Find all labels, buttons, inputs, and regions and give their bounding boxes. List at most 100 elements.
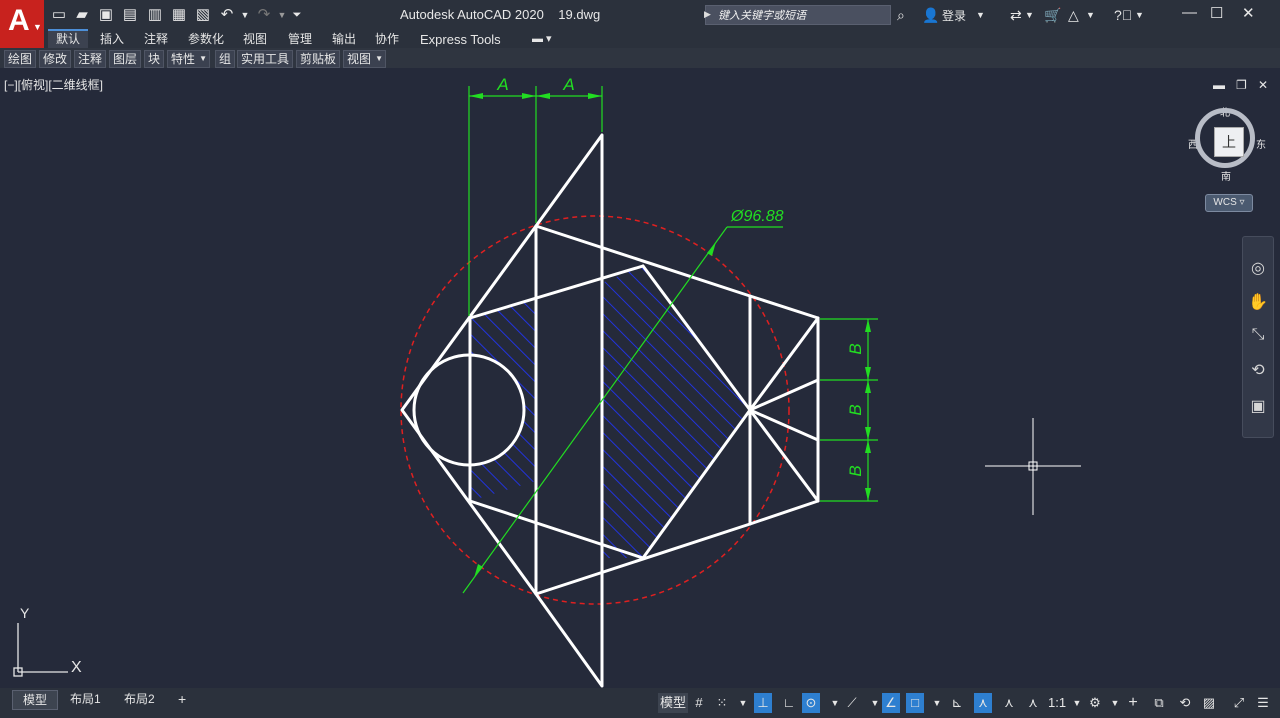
tab-view[interactable]: 视图 (235, 31, 275, 48)
login-dropdown-icon[interactable]: ▼ (976, 6, 985, 24)
undo-icon[interactable]: ↶ (218, 6, 236, 24)
clean-screen-icon[interactable]: ⤢ (1230, 693, 1248, 713)
a360-icon[interactable]: △ (1068, 6, 1079, 24)
publish-icon[interactable]: ▥ (146, 6, 164, 24)
exchange-icon[interactable]: ⇄ (1010, 6, 1022, 24)
viewcube-east[interactable]: 东 (1256, 136, 1266, 151)
tab-output[interactable]: 输出 (324, 31, 364, 48)
ortho-icon[interactable]: ⊙ (802, 693, 820, 713)
user-icon[interactable]: 👤 (922, 6, 939, 24)
exchange-dropdown-icon[interactable]: ▼ (1025, 6, 1034, 24)
steering-wheel-icon[interactable]: ◎ (1248, 259, 1268, 279)
dim-arrow (865, 319, 871, 332)
isodraft-icon[interactable]: ⟋ (843, 693, 861, 713)
help-icon[interactable]: ?⃝ (1114, 6, 1132, 24)
tab-manage[interactable]: 管理 (280, 31, 320, 48)
showmotion-icon[interactable]: ▣ (1248, 397, 1268, 417)
viewcube[interactable]: 北 西 东 南 上 (1188, 104, 1268, 190)
cart-icon[interactable]: 🛒 (1044, 6, 1061, 24)
panel-block[interactable]: 块 (144, 50, 165, 68)
tab-express-tools[interactable]: Express Tools (412, 31, 509, 48)
search-input[interactable] (716, 7, 890, 25)
tab-insert[interactable]: 插入 (92, 31, 132, 48)
panel-utilities[interactable]: 实用工具 (237, 50, 294, 68)
panel-modify[interactable]: 修改 (39, 50, 72, 68)
pan-hand-icon[interactable]: ✋ (1248, 293, 1268, 313)
panel-properties[interactable]: 特性 ▼ (167, 50, 211, 68)
workspace-dropdown-icon[interactable]: ▼ (1106, 693, 1124, 713)
snap-dropdown-icon[interactable]: ▼ (734, 693, 752, 713)
lineweight-icon[interactable]: ⊾ (948, 693, 966, 713)
workspace-gear-icon[interactable]: ⚙ (1086, 693, 1104, 713)
dim-arrow (536, 93, 550, 99)
tab-annotate[interactable]: 注释 (136, 31, 176, 48)
open-folder-icon[interactable]: ▰ (73, 6, 91, 24)
annotation-scale-icon[interactable]: ⋏ (1024, 693, 1042, 713)
polar-dropdown-icon[interactable]: ▼ (826, 693, 844, 713)
tab-parametric[interactable]: 参数化 (180, 31, 232, 48)
close-icon[interactable]: ✕ (1242, 4, 1255, 22)
orbit-icon[interactable]: ⟲ (1248, 361, 1268, 381)
snap-icon[interactable]: ⁙ (713, 693, 731, 713)
new-file-icon[interactable]: ▭ (50, 6, 68, 24)
annotation-scale-value[interactable]: 1:1 (1048, 693, 1066, 713)
panel-groups[interactable]: 组 (215, 50, 236, 68)
annotation-monitor-icon[interactable]: + (1124, 693, 1142, 713)
auto-scale-icon[interactable]: ⋏ (1000, 693, 1018, 713)
quick-properties-icon[interactable]: ⟲ (1176, 693, 1194, 713)
object-snap-icon[interactable]: □ (906, 693, 924, 713)
dim-b-label: B (846, 404, 865, 415)
scale-dropdown-icon[interactable]: ▼ (1068, 693, 1086, 713)
wcs-menu-button[interactable]: WCS ▿ (1205, 194, 1253, 212)
viewcube-south[interactable]: 南 (1221, 168, 1231, 183)
open-web-icon[interactable]: ▦ (170, 6, 188, 24)
dynamic-input-icon[interactable]: ∟ (780, 693, 798, 713)
a360-dropdown-icon[interactable]: ▼ (1086, 6, 1095, 24)
save-as-icon[interactable]: ▤ (121, 6, 139, 24)
drawing-area[interactable]: [−][俯视][二维线框] ▬ ❐ ✕ A A Ø96.88 B B B X Y… (0, 68, 1280, 688)
restore-icon[interactable]: ☐ (1210, 4, 1223, 22)
zoom-extents-icon[interactable]: ⤡ (1248, 325, 1268, 345)
tab-layout1[interactable]: 布局1 (60, 690, 111, 708)
panel-annotation[interactable]: 注释 (74, 50, 107, 68)
login-button[interactable]: 登录 (942, 7, 966, 24)
expand-arrow-icon[interactable]: ▶ (704, 9, 711, 20)
panel-clipboard[interactable]: 剪贴板 (296, 50, 341, 68)
customize-quick-access-icon[interactable]: ⏷ (288, 6, 306, 24)
viewcube-face-top[interactable]: 上 (1214, 127, 1244, 157)
panel-view[interactable]: 视图 ▼ (343, 50, 387, 68)
tab-layout2[interactable]: 布局2 (114, 690, 165, 708)
redo-icon[interactable]: ↷ (255, 6, 273, 24)
panel-draw[interactable]: 绘图 (4, 50, 37, 68)
ribbon-minimize-toggle-icon[interactable]: ▬ ▾ (524, 31, 560, 48)
help-dropdown-icon[interactable]: ▼ (1135, 6, 1144, 24)
units-icon[interactable]: ⧉ (1150, 693, 1168, 713)
tab-home[interactable]: 默认 (48, 29, 89, 48)
graphics-performance-icon[interactable]: ▨ (1200, 693, 1218, 713)
model-space-button[interactable]: 模型 (658, 693, 689, 713)
navigation-bar: ◎ ✋ ⤡ ⟲ ▣ (1242, 236, 1274, 438)
object-snap-dropdown-icon[interactable]: ▼ (928, 693, 946, 713)
search-box[interactable]: ▶ (704, 5, 891, 25)
panel-layers[interactable]: 图层 (109, 50, 142, 68)
object-snap-tracking-icon[interactable]: ∠ (882, 693, 900, 713)
minimize-icon[interactable]: — (1182, 4, 1197, 21)
undo-dropdown-icon[interactable]: ▼ (236, 6, 254, 24)
grid-icon[interactable]: # (690, 693, 708, 713)
dim-arrow (522, 93, 536, 99)
application-menu-button[interactable]: A ▼ (0, 0, 44, 48)
dim-arrow (865, 488, 871, 501)
tab-model[interactable]: 模型 (12, 690, 59, 710)
infer-constraints-icon[interactable]: ⊥ (754, 693, 772, 713)
add-layout-button[interactable]: + (168, 690, 196, 708)
customization-menu-icon[interactable]: ☰ (1254, 693, 1272, 713)
app-name: Autodesk AutoCAD 2020 (400, 7, 544, 22)
binoculars-icon[interactable]: ⌕ (897, 6, 905, 24)
save-icon[interactable]: ▣ (97, 6, 115, 24)
tab-collaborate[interactable]: 协作 (367, 31, 407, 48)
plot-icon[interactable]: ▧ (194, 6, 212, 24)
diameter-label: Ø96.88 (730, 208, 784, 225)
dim-arrow (865, 440, 871, 453)
annotation-visibility-icon[interactable]: ⋏ (974, 693, 992, 713)
crosshair-cursor (985, 418, 1081, 515)
